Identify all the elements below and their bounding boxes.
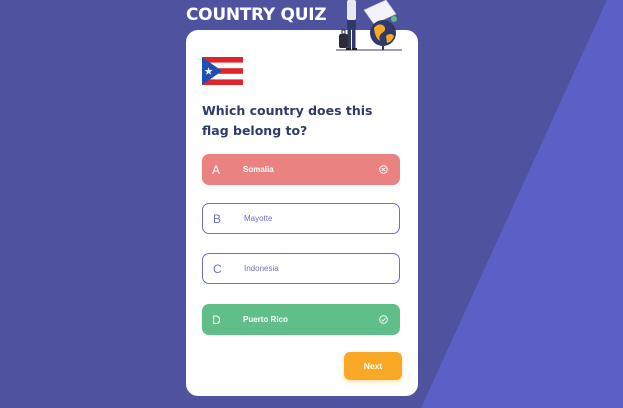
option-letter: A xyxy=(212,162,221,177)
option-label: Puerto Rico xyxy=(243,315,288,324)
question-text: Which country does this flag belong to? xyxy=(202,103,373,138)
answer-option-d[interactable]: D Puerto Rico xyxy=(202,304,400,335)
option-label: Somalia xyxy=(243,165,274,174)
answer-option-a[interactable]: A Somalia xyxy=(202,154,400,185)
x-circle-icon xyxy=(375,165,391,174)
quiz-card: Which country does this flag belong to? … xyxy=(186,30,418,396)
option-label: Indonesia xyxy=(244,264,279,273)
check-circle-icon xyxy=(375,315,391,324)
next-button[interactable]: Next xyxy=(344,352,402,380)
traveler-globe-illustration xyxy=(336,0,402,51)
option-label: Mayotte xyxy=(244,214,273,223)
flag-image xyxy=(202,57,243,85)
page-title: COUNTRY QUIZ xyxy=(186,5,327,25)
answer-option-c[interactable]: C Indonesia xyxy=(202,253,400,284)
option-letter: C xyxy=(213,261,222,276)
answer-option-b[interactable]: B Mayotte xyxy=(202,203,400,234)
option-letter: B xyxy=(213,211,222,226)
option-letter: D xyxy=(212,312,221,327)
